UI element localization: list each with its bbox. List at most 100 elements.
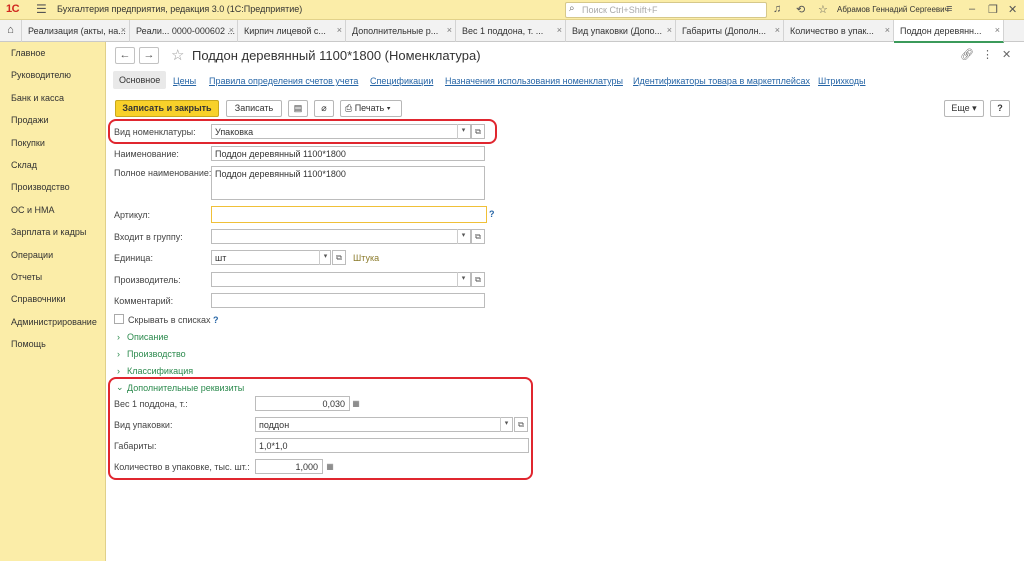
sidebar-item-operations[interactable]: Операции <box>11 250 53 260</box>
favorite-star-icon[interactable]: ☆ <box>171 46 184 64</box>
article-field[interactable] <box>211 206 487 223</box>
article-help-icon[interactable]: ? <box>489 209 495 219</box>
name-field[interactable]: Поддон деревянный 1100*1800 <box>211 146 485 161</box>
hide-help-icon[interactable]: ? <box>213 315 219 325</box>
article-label: Артикул: <box>114 210 151 220</box>
group-description[interactable]: Описание <box>127 332 168 342</box>
group-field[interactable] <box>211 229 471 244</box>
favorites-star-icon[interactable]: ☆ <box>818 3 828 16</box>
chevron-right-icon[interactable]: › <box>117 366 120 376</box>
close-window-icon[interactable]: ✕ <box>1008 3 1017 16</box>
section-tab-purposes[interactable]: Назначения использования номенклатуры <box>445 76 623 86</box>
home-icon[interactable]: ⌂ <box>0 20 22 42</box>
settings-icon[interactable]: ≡ <box>946 3 952 15</box>
section-tab-specs[interactable]: Спецификации <box>370 76 433 86</box>
minimize-icon[interactable]: – <box>969 3 975 15</box>
print-button[interactable]: ⎙ Печать ▾ <box>340 100 402 117</box>
comment-field[interactable] <box>211 293 485 308</box>
tab-label: Кирпич лицевой с... <box>244 26 326 36</box>
open-windows-tabs: ⌂ Реализация (акты, на... × Реали... 0000… <box>0 20 1024 43</box>
close-icon[interactable]: × <box>995 25 1000 35</box>
group-classification[interactable]: Классификация <box>127 366 193 376</box>
section-tab-prices[interactable]: Цены <box>173 76 196 86</box>
close-icon[interactable]: × <box>885 25 890 35</box>
close-icon[interactable]: × <box>667 25 672 35</box>
section-tab-barcodes[interactable]: Штрихкоды <box>818 76 865 86</box>
section-tab-main[interactable]: Основное <box>113 71 167 89</box>
comment-label: Комментарий: <box>114 296 174 306</box>
sidebar-item-reports[interactable]: Отчеты <box>11 272 42 282</box>
sidebar-item-salary[interactable]: Зарплата и кадры <box>11 227 86 237</box>
sidebar-item-assets[interactable]: ОС и НМА <box>11 205 55 215</box>
chevron-down-icon[interactable]: ▾ <box>457 272 469 287</box>
more-vertical-icon[interactable]: ⋮ <box>982 48 993 61</box>
chevron-down-icon[interactable]: ▾ <box>457 229 469 244</box>
back-button[interactable]: ← <box>115 47 135 64</box>
close-icon[interactable]: × <box>447 25 452 35</box>
sidebar-item-main[interactable]: Главное <box>11 48 45 58</box>
tab-window-active[interactable]: Поддон деревянн... × <box>894 20 1004 43</box>
sidebar-item-admin[interactable]: Администрирование <box>11 317 97 327</box>
tab-window[interactable]: Вид упаковки (Допо... × <box>566 20 676 42</box>
tab-window[interactable]: Вес 1 поддона, т. ... × <box>456 20 566 42</box>
name-label: Наименование: <box>114 149 179 159</box>
unit-name: Штука <box>353 253 380 263</box>
unit-field[interactable]: шт <box>211 250 331 265</box>
tab-window[interactable]: Реали... 0000-000602 ... × <box>130 20 238 42</box>
sidebar-item-catalogs[interactable]: Справочники <box>11 294 66 304</box>
fullname-field[interactable]: Поддон деревянный 1100*1800 <box>211 166 485 200</box>
maker-label: Производитель: <box>114 275 181 285</box>
tab-label: Реали... 0000-000602 ... <box>136 26 235 36</box>
report-icon[interactable]: ▤ <box>288 100 308 117</box>
highlight-additional <box>108 377 533 480</box>
open-icon[interactable]: ⧉ <box>332 250 346 265</box>
sidebar-item-bank[interactable]: Банк и касса <box>11 93 64 103</box>
group-label: Входит в группу: <box>114 232 183 242</box>
close-icon[interactable]: × <box>121 25 126 35</box>
forward-button[interactable]: → <box>139 47 159 64</box>
link-icon[interactable]: 🔗︎ <box>960 48 974 61</box>
hide-in-lists-checkbox[interactable] <box>114 314 124 324</box>
global-search-input[interactable]: Поиск Ctrl+Shift+F <box>565 2 767 18</box>
save-button[interactable]: Записать <box>226 100 282 117</box>
close-form-icon[interactable]: ✕ <box>1002 48 1011 61</box>
close-icon[interactable]: × <box>775 25 780 35</box>
tab-label: Вес 1 поддона, т. ... <box>462 26 544 36</box>
menu-icon[interactable]: ☰ <box>36 2 47 16</box>
tab-window[interactable]: Реализация (акты, на... × <box>22 20 130 42</box>
more-button[interactable]: Еще ▾ <box>944 100 984 117</box>
app-title: Бухгалтерия предприятия, редакция 3.0 (1… <box>57 4 303 14</box>
history-icon[interactable]: ⟲ <box>796 3 805 16</box>
section-tab-marketplace-ids[interactable]: Идентификаторы товара в маркетплейсах <box>633 76 810 86</box>
chevron-right-icon[interactable]: › <box>117 332 120 342</box>
open-icon[interactable]: ⧉ <box>471 272 485 287</box>
save-and-close-button[interactable]: Записать и закрыть <box>115 100 219 117</box>
sidebar-item-production[interactable]: Производство <box>11 182 70 192</box>
chevron-right-icon[interactable]: › <box>117 349 120 359</box>
open-icon[interactable]: ⧉ <box>471 229 485 244</box>
chevron-down-icon[interactable]: ▾ <box>319 250 331 265</box>
tab-window[interactable]: Количество в упак... × <box>784 20 894 42</box>
close-icon[interactable]: × <box>557 25 562 35</box>
user-name[interactable]: Абрамов Геннадий Сергеевич <box>837 5 949 14</box>
attachment-icon[interactable]: ⌀ <box>314 100 334 117</box>
help-button[interactable]: ? <box>990 100 1010 117</box>
close-icon[interactable]: × <box>337 25 342 35</box>
sidebar-item-purchases[interactable]: Покупки <box>11 138 45 148</box>
sidebar-item-help[interactable]: Помощь <box>11 339 46 349</box>
section-tab-accounts[interactable]: Правила определения счетов учета <box>209 76 358 86</box>
close-icon[interactable]: × <box>229 25 234 35</box>
restore-icon[interactable]: ❐ <box>988 3 998 16</box>
sidebar-item-warehouse[interactable]: Склад <box>11 160 37 170</box>
tab-window[interactable]: Дополнительные р... × <box>346 20 456 42</box>
tab-window[interactable]: Кирпич лицевой с... × <box>238 20 346 42</box>
fullname-label: Полное наименование: <box>114 168 212 178</box>
group-production[interactable]: Производство <box>127 349 186 359</box>
bell-icon[interactable]: ♫ <box>773 3 781 15</box>
tab-window[interactable]: Габариты (Дополн... × <box>676 20 784 42</box>
tab-label: Габариты (Дополн... <box>682 26 767 36</box>
sidebar-item-sales[interactable]: Продажи <box>11 115 49 125</box>
sidebar-item-manager[interactable]: Руководителю <box>11 70 71 80</box>
maker-field[interactable] <box>211 272 471 287</box>
unit-label: Единица: <box>114 253 153 263</box>
